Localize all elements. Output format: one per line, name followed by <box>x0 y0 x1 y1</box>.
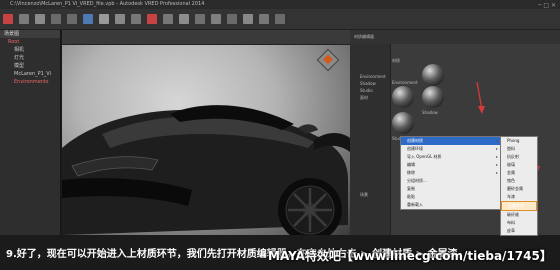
tree-item-environments[interactable]: Environments <box>0 78 60 86</box>
transform-icon[interactable] <box>227 14 237 24</box>
material-swatch[interactable] <box>422 64 444 86</box>
menu-item-group[interactable]: 分组材质... <box>401 177 501 185</box>
submenu-item[interactable]: 金属 <box>501 169 537 177</box>
help-icon[interactable] <box>275 14 285 24</box>
chevron-right-icon: ▸ <box>495 154 498 159</box>
swatch-label: Shadow <box>422 110 438 115</box>
watermark-brand: MAYA <box>268 249 305 263</box>
material-list: Environment Shadow Studio 面材 场景 <box>350 44 391 235</box>
menu-item-reload[interactable]: 重新载入 <box>401 201 501 209</box>
record-icon[interactable] <box>147 14 157 24</box>
render-viewport[interactable] <box>62 30 350 235</box>
material-editor-toolbar: 材质编辑器 <box>350 30 560 44</box>
window-title: C:\Vincenzo\McLaren_P1 Vi_VRED_file.vpb … <box>10 1 205 7</box>
submenu-item[interactable]: 铬色 <box>501 177 537 185</box>
view-icon[interactable] <box>131 14 141 24</box>
tree-item-mclaren[interactable]: McLaren_P1_Vi <box>0 70 60 78</box>
chevron-right-icon: ▸ <box>495 146 498 151</box>
redo-icon[interactable] <box>67 14 77 24</box>
menu-item-label: 创建环境 <box>407 146 423 151</box>
submenu-item[interactable]: 塑料 <box>501 145 537 153</box>
scenegraph-title: 场景图 <box>0 30 60 38</box>
tree-item-lights[interactable]: 灯光 <box>0 54 60 62</box>
swatch-label: 材质 <box>392 58 400 63</box>
list-item-environment[interactable]: Environment <box>360 74 386 79</box>
render-icon[interactable] <box>115 14 125 24</box>
submenu-item[interactable]: 布料 <box>501 219 537 227</box>
swatch-label: Environment <box>392 80 418 85</box>
menu-item-create-environment[interactable]: 创建环境 ▸ <box>401 145 501 153</box>
chevron-right-icon: ▸ <box>495 162 498 167</box>
grid-icon[interactable] <box>163 14 173 24</box>
save-icon[interactable] <box>35 14 45 24</box>
context-menu: 创建材质 ▸ 创建环境 ▸ 导入 OpenGL 材质 ▸ 编辑 ▸ 移除 ▸ 分组材质..… <box>400 136 502 210</box>
submenu-create-material: Phong 塑料 抗反射 玻璃 金属 铬色 磨砂金属 车漆 金属车漆 碳纤维 布… <box>500 136 538 236</box>
menu-item-edit[interactable]: 编辑 ▸ <box>401 161 501 169</box>
list-item-shadow[interactable]: Shadow <box>360 81 376 86</box>
shadow-swatch[interactable] <box>422 86 444 108</box>
menu-item-label: 移除 <box>407 170 415 175</box>
settings-icon[interactable] <box>259 14 269 24</box>
submenu-item[interactable]: 皮革 <box>501 227 537 235</box>
geometry-icon[interactable] <box>211 14 221 24</box>
submenu-item[interactable]: 车漆 <box>501 193 537 201</box>
watermark: MAYA特效吧【www.linecg.com/tieba/1745】 <box>268 247 552 264</box>
submenu-item[interactable]: 玻璃 <box>501 161 537 169</box>
view-cube-face <box>323 54 333 65</box>
light-icon[interactable] <box>99 14 109 24</box>
chevron-right-icon: ▸ <box>495 138 498 143</box>
tree-item-camera[interactable]: 相机 <box>0 46 60 54</box>
texture-icon[interactable] <box>195 14 205 24</box>
file-icon[interactable] <box>3 14 13 24</box>
menu-item-remove[interactable]: 移除 ▸ <box>401 169 501 177</box>
menu-item-paste[interactable]: 粘贴 <box>401 193 501 201</box>
chevron-right-icon: ▸ <box>495 170 498 175</box>
material-icon[interactable] <box>179 14 189 24</box>
list-item-face[interactable]: 面材 <box>360 95 368 101</box>
tree-item-root[interactable]: Root <box>0 38 60 46</box>
list-item-scene[interactable]: 场景 <box>360 192 368 198</box>
watermark-url: 特效吧【www.linecg.com/tieba/1745】 <box>304 249 552 263</box>
scenegraph-panel: 场景图 Root 相机 灯光 模型 McLaren_P1_Vi Environm… <box>0 30 61 235</box>
menu-item-label: 导入 OpenGL 材质 <box>407 154 442 159</box>
tree-item-models[interactable]: 模型 <box>0 62 60 70</box>
main-toolbar <box>0 9 560 30</box>
environment-swatch[interactable] <box>392 86 414 108</box>
submenu-item[interactable]: 碳纤维 <box>501 211 537 219</box>
submenu-item-metallic-paint[interactable]: 金属车漆 <box>501 201 537 211</box>
material-editor-title: 材质编辑器 <box>354 34 374 39</box>
list-item-studio[interactable]: Studio <box>360 88 373 93</box>
menu-item-label: 创建材质 <box>407 138 423 143</box>
submenu-item[interactable]: 磨砂金属 <box>501 185 537 193</box>
open-icon[interactable] <box>19 14 29 24</box>
menu-item-import-opengl[interactable]: 导入 OpenGL 材质 ▸ <box>401 153 501 161</box>
car-render <box>62 105 350 235</box>
menu-item-copy[interactable]: 复制 <box>401 185 501 193</box>
studio-swatch[interactable] <box>392 112 414 134</box>
window-titlebar: C:\Vincenzo\McLaren_P1 Vi_VRED_file.vpb … <box>0 0 560 9</box>
undo-icon[interactable] <box>51 14 61 24</box>
menu-item-create-material[interactable]: 创建材质 ▸ <box>401 137 501 145</box>
animation-icon[interactable] <box>243 14 253 24</box>
camera-icon[interactable] <box>83 14 93 24</box>
submenu-item[interactable]: 抗反射 <box>501 153 537 161</box>
menu-item-label: 编辑 <box>407 162 415 167</box>
submenu-item[interactable]: Phong <box>501 137 537 145</box>
